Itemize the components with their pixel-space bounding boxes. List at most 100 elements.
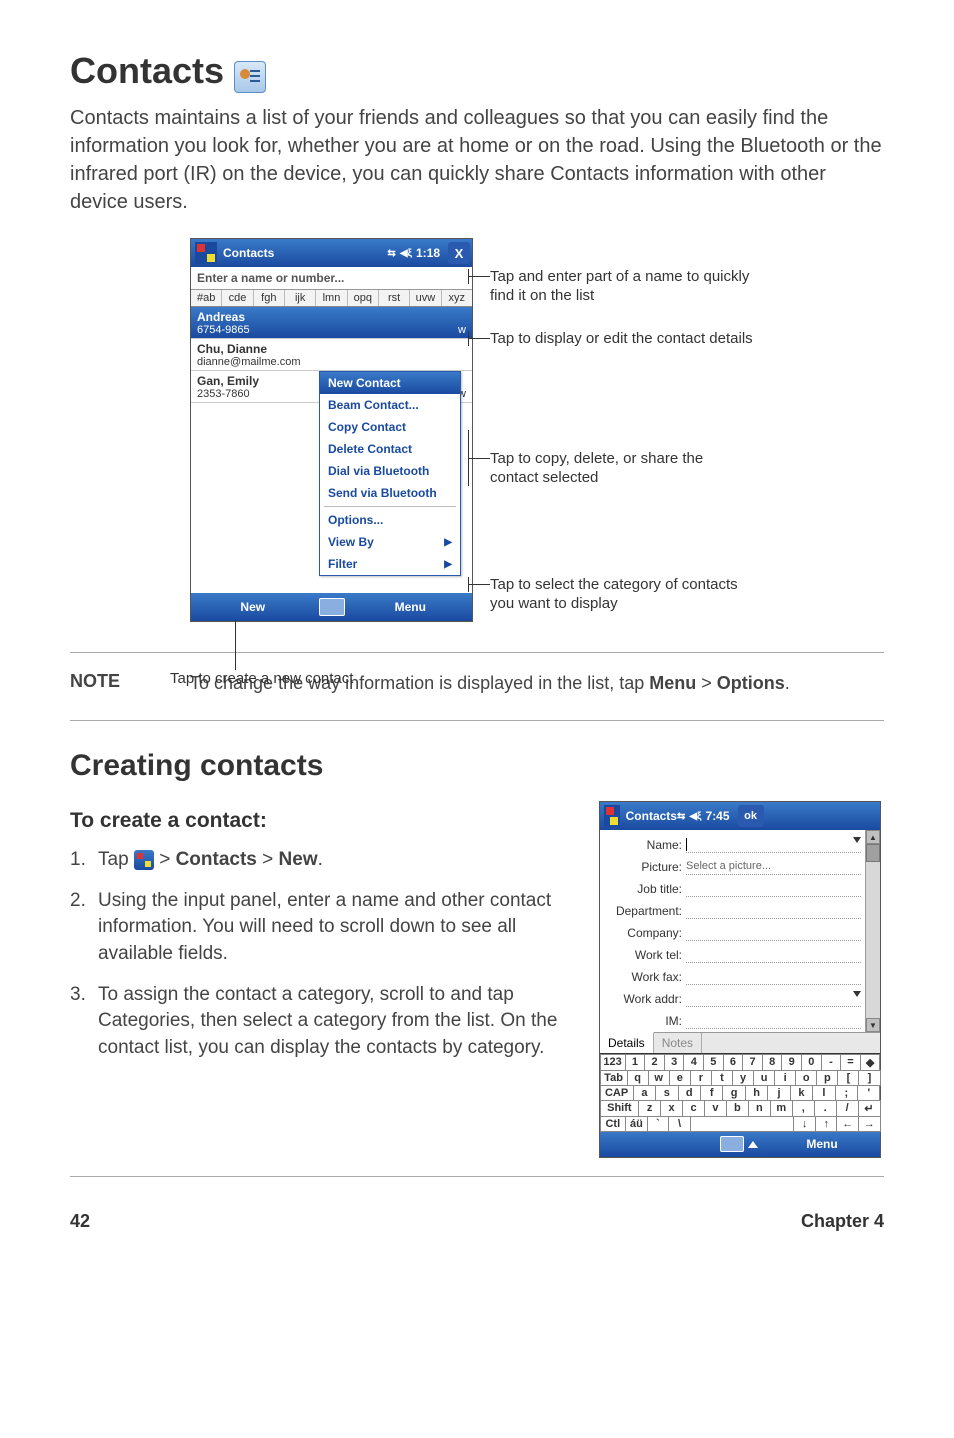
key[interactable]: ← [836,1116,859,1132]
key[interactable]: → [858,1116,881,1132]
alpha-tab[interactable]: rst [379,290,410,306]
scroll-down-icon[interactable]: ▼ [866,1018,880,1032]
key[interactable]: l [812,1085,835,1101]
key[interactable]: ` [647,1116,670,1132]
alpha-tab[interactable]: ijk [285,290,316,306]
key[interactable]: 2 [644,1054,665,1071]
softkey-new[interactable]: New [191,600,315,614]
key[interactable]: Ctl [600,1116,627,1132]
key[interactable]: i [774,1070,796,1086]
sip-toggle-icon[interactable] [319,598,345,616]
key[interactable]: 8 [762,1054,783,1071]
sip-toggle-icon[interactable] [720,1136,744,1152]
key[interactable]: ] [858,1070,880,1086]
start-icon[interactable] [604,805,620,827]
contact-row[interactable]: Chu, Dianne dianne@mailme.com [191,339,472,371]
key[interactable]: áü [625,1116,648,1132]
key[interactable]: p [816,1070,838,1086]
jobtitle-field[interactable] [686,881,861,897]
tab-details[interactable]: Details [600,1032,654,1053]
menu-item-delete[interactable]: Delete Contact [320,438,460,460]
key[interactable]: v [704,1100,727,1117]
menu-item-filter[interactable]: Filter▶ [320,553,460,575]
key[interactable]: CAP [600,1085,634,1101]
key[interactable]: . [814,1100,837,1117]
menu-item-new-contact[interactable]: New Contact [320,372,460,394]
im-field[interactable] [686,1013,861,1029]
key[interactable]: g [722,1085,745,1101]
worktel-field[interactable] [686,947,861,963]
alpha-tab[interactable]: #ab [191,290,222,306]
company-field[interactable] [686,925,861,941]
key[interactable]: 3 [664,1054,685,1071]
key[interactable]: 5 [703,1054,724,1071]
key[interactable]: r [690,1070,712,1086]
key[interactable]: d [678,1085,701,1101]
alpha-tab[interactable]: cde [222,290,253,306]
alpha-tab[interactable]: xyz [442,290,472,306]
menu-item-view-by[interactable]: View By▶ [320,531,460,553]
workfax-field[interactable] [686,969,861,985]
alpha-index-row[interactable]: #ab cde fgh ijk lmn opq rst uvw xyz [191,290,472,307]
department-field[interactable] [686,903,861,919]
tab-notes[interactable]: Notes [654,1033,702,1053]
up-arrow-icon[interactable] [748,1141,758,1148]
key[interactable]: ↑ [815,1116,838,1132]
key[interactable]: 0 [801,1054,822,1071]
key[interactable]: \ [668,1116,691,1132]
key[interactable]: b [726,1100,749,1117]
key[interactable]: 6 [723,1054,744,1071]
dropdown-icon[interactable] [853,991,861,997]
key[interactable]: [ [837,1070,859,1086]
soft-input-panel[interactable]: 123 1 2 3 4 5 6 7 8 9 0 - = ◆ Tab [600,1053,880,1131]
workaddr-field[interactable] [686,991,861,1007]
alpha-tab[interactable]: fgh [254,290,285,306]
start-icon[interactable] [195,242,217,264]
ok-button[interactable]: ok [738,805,764,827]
alpha-tab[interactable]: lmn [316,290,347,306]
key[interactable]: t [711,1070,733,1086]
scrollbar[interactable]: ▲ ▼ [865,830,880,1032]
key[interactable]: Tab [600,1070,628,1086]
key[interactable]: o [795,1070,817,1086]
menu-item-dial-bt[interactable]: Dial via Bluetooth [320,460,460,482]
close-icon[interactable]: X [448,242,470,264]
key[interactable]: z [638,1100,661,1117]
key[interactable]: j [767,1085,790,1101]
menu-item-copy[interactable]: Copy Contact [320,416,460,438]
key[interactable]: ↓ [793,1116,816,1132]
key[interactable]: 4 [683,1054,704,1071]
key-backspace[interactable]: ◆ [860,1054,881,1071]
key[interactable]: y [732,1070,754,1086]
key[interactable]: w [648,1070,670,1086]
key-space[interactable] [690,1116,795,1132]
contact-row[interactable]: Andreas 6754-9865w [191,307,472,339]
picture-field[interactable]: Select a picture... [686,859,861,875]
key[interactable]: x [660,1100,683,1117]
key[interactable]: 9 [781,1054,802,1071]
key[interactable]: s [655,1085,678,1101]
name-field[interactable] [686,837,861,853]
key-enter[interactable]: ↵ [858,1100,881,1117]
key[interactable]: c [682,1100,705,1117]
key[interactable]: ' [857,1085,880,1101]
key[interactable]: f [700,1085,723,1101]
softkey-menu[interactable]: Menu [349,600,473,614]
menu-item-send-bt[interactable]: Send via Bluetooth [320,482,460,504]
key[interactable]: 123 [600,1054,626,1071]
key[interactable]: 7 [742,1054,763,1071]
scroll-up-icon[interactable]: ▲ [866,830,880,844]
key[interactable]: u [753,1070,775,1086]
key[interactable]: Shift [600,1100,640,1117]
softkey-menu[interactable]: Menu [764,1137,880,1151]
key[interactable]: h [745,1085,768,1101]
alpha-tab[interactable]: uvw [410,290,441,306]
key[interactable]: q [627,1070,649,1086]
scroll-thumb[interactable] [866,844,880,862]
key[interactable]: - [821,1054,842,1071]
key[interactable]: a [633,1085,656,1101]
menu-item-options[interactable]: Options... [320,509,460,531]
key[interactable]: m [770,1100,793,1117]
alpha-tab[interactable]: opq [348,290,379,306]
key[interactable]: , [792,1100,815,1117]
